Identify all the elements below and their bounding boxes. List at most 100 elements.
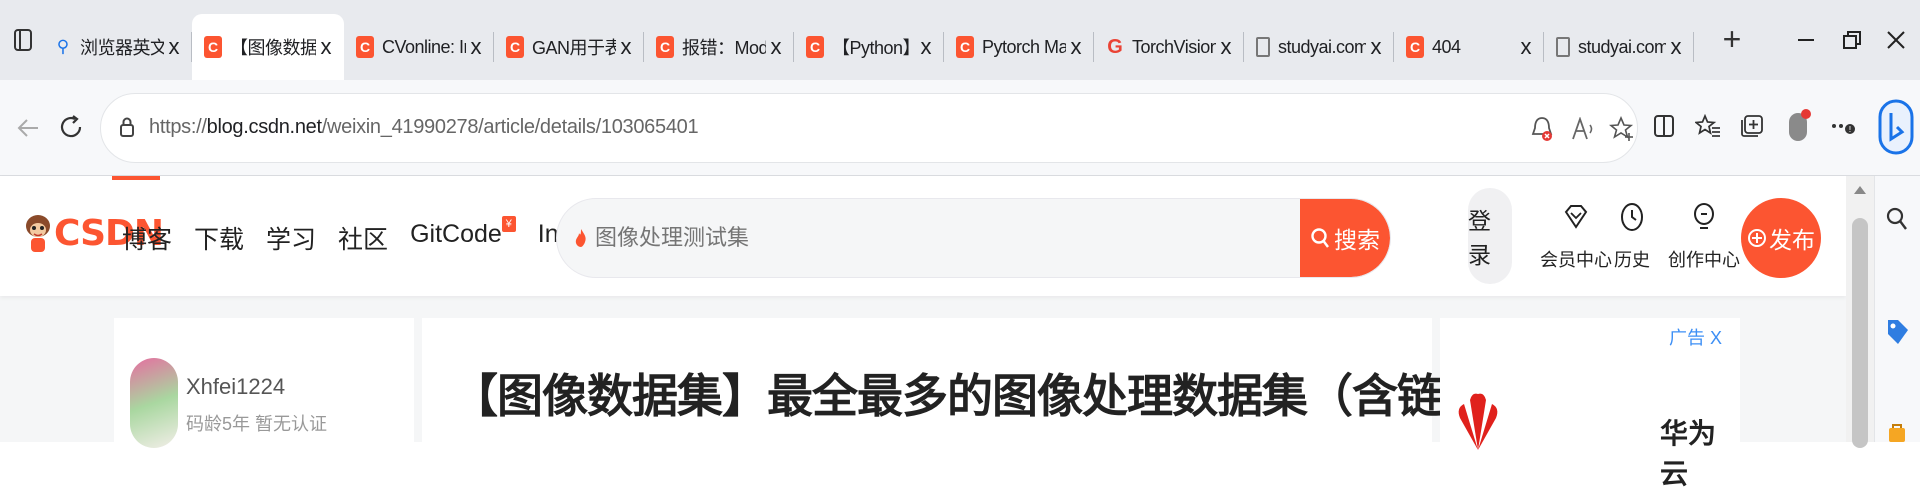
sidebar-search-icon[interactable] [1885, 206, 1909, 237]
creator-center-link[interactable]: 创作中心 [1668, 198, 1740, 272]
scroll-up-icon[interactable] [1854, 186, 1866, 194]
tab-title: CVonline: Image [382, 36, 466, 57]
tab-title: Pytorch Mask R [982, 36, 1066, 57]
plus-circle-icon [1748, 229, 1766, 247]
more-options-icon[interactable]: ! [1824, 106, 1864, 146]
tab-close-icon[interactable]: x [1366, 34, 1386, 60]
document-icon [1256, 37, 1270, 57]
author-name[interactable]: Xhfei1224 [186, 374, 285, 400]
site-search-button[interactable]: 搜索 [1300, 199, 1390, 277]
url-text[interactable]: https://blog.csdn.net/weixin_41990278/ar… [149, 116, 699, 139]
url-path: /weixin_41990278/article/details/1030654… [321, 116, 699, 138]
refresh-icon[interactable] [52, 108, 92, 148]
minimize-icon[interactable] [1786, 20, 1826, 60]
publish-label: 发布 [1769, 227, 1815, 253]
tab-close-icon[interactable]: x [916, 34, 936, 60]
tab-title: GAN用于表面缺 [532, 38, 616, 58]
hot-search-icon [575, 229, 586, 247]
tab-strip: ⚲浏览器英文 - 搜xC【图像数据集】xCCVonline: ImagexCGA… [0, 0, 1920, 80]
tab-title: TorchVision_Mas [1132, 36, 1216, 57]
vip-center-label: 会员中心 [1540, 250, 1612, 270]
huawei-logo-icon [1458, 393, 1498, 450]
lock-icon[interactable] [119, 116, 135, 138]
author-avatar[interactable] [130, 358, 178, 448]
csdn-mascot-icon [26, 215, 50, 252]
vip-center-link[interactable]: 会员中心 [1540, 198, 1612, 272]
page-scrollbar[interactable] [1846, 176, 1874, 448]
g-favicon: G [1107, 35, 1123, 58]
nav-gitcode[interactable]: GitCode ¥ [410, 216, 516, 256]
author-meta: 码龄5年 暂无认证 [186, 414, 328, 434]
tab-close-icon[interactable]: x [1066, 34, 1086, 60]
csdn-favicon: C [806, 36, 824, 58]
scroll-thumb[interactable] [1852, 218, 1868, 448]
nav-learn[interactable]: 学习 [266, 220, 316, 256]
tab-close-icon[interactable]: x [1216, 34, 1236, 60]
login-button[interactable]: 登录 [1468, 188, 1512, 284]
tab-title: 【Python】错误 [832, 38, 916, 58]
tab[interactable]: ⚲ 浏览器英文 - 搜x [42, 14, 192, 80]
read-aloud-icon[interactable] [1569, 114, 1599, 144]
tab-close-icon[interactable]: x [466, 34, 486, 60]
svg-text:!: ! [1848, 125, 1851, 134]
tab[interactable]: C CVonline: Imagex [344, 14, 494, 80]
csdn-header: CSDN 博客 下载 学习 社区 GitCode¥ InsCode 搜索 登录 … [0, 176, 1846, 296]
tab-close-icon[interactable]: x [616, 34, 636, 60]
tab-title: studyai.com [1278, 36, 1366, 57]
tab-close-icon[interactable]: x [1516, 34, 1536, 60]
sidebar-tag-icon[interactable] [1884, 316, 1910, 351]
split-screen-icon[interactable] [1644, 106, 1684, 146]
collections-icon[interactable] [1732, 106, 1772, 146]
tab-close-icon[interactable]: x [1666, 34, 1686, 60]
bing-copilot-icon[interactable] [1876, 98, 1916, 156]
csdn-favicon: C [204, 36, 222, 58]
tab-title: 404 [1432, 36, 1461, 57]
tab-active[interactable]: C 【图像数据集】x [192, 14, 344, 80]
csdn-favicon: C [1406, 36, 1424, 58]
url-prefix: https:// [149, 116, 207, 138]
nav-download[interactable]: 下载 [194, 220, 244, 256]
tab-title: 报错：ModuleN [682, 38, 766, 58]
nav-community[interactable]: 社区 [338, 220, 388, 256]
tab-close-icon[interactable]: x [164, 34, 184, 60]
tracking-blocked-icon[interactable] [1527, 114, 1557, 144]
favorites-icon[interactable] [1688, 106, 1728, 146]
tab-separator [1693, 32, 1694, 62]
tab-title: 【图像数据集】 [230, 38, 316, 58]
document-icon [1556, 37, 1570, 57]
back-icon[interactable] [8, 108, 48, 148]
tab[interactable]: C 404 x [1394, 14, 1544, 80]
search-button-label: 搜索 [1334, 227, 1380, 253]
sidebar-tool-icon[interactable] [1885, 422, 1909, 447]
article-title: 【图像数据集】最全最多的图像处理数据集（含链接） [452, 370, 1533, 422]
edge-sidebar [1874, 176, 1920, 442]
tab-title: 浏览器英文 - 搜 [80, 38, 164, 58]
nav-blog[interactable]: 博客 [122, 220, 172, 256]
tab[interactable]: C 【Python】错误x [794, 14, 944, 80]
csdn-favicon: C [656, 36, 674, 58]
diamond-icon [1561, 198, 1591, 236]
tab[interactable]: C GAN用于表面缺x [494, 14, 644, 80]
tab[interactable]: studyai.com x [1244, 14, 1394, 80]
tab[interactable]: studyai.com x [1544, 14, 1694, 80]
ad-close-label[interactable]: 广告 X [1669, 324, 1722, 350]
bulb-icon [1689, 198, 1719, 236]
restore-icon[interactable] [1832, 20, 1872, 60]
address-bar[interactable]: https://blog.csdn.net/weixin_41990278/ar… [100, 93, 1638, 163]
ad-brand-text[interactable]: 华为云 [1660, 412, 1740, 492]
site-search-input[interactable] [593, 199, 1253, 277]
history-link[interactable]: 历史 [1614, 198, 1650, 272]
tab[interactable]: G TorchVision_Masx [1094, 14, 1244, 80]
tab[interactable]: C 报错：ModuleNx [644, 14, 794, 80]
publish-button[interactable]: 发布 [1741, 198, 1821, 278]
site-search: 搜索 [556, 198, 1391, 278]
ad-panel: 广告 X 华为云 [1440, 318, 1740, 489]
tab-close-icon[interactable]: x [766, 34, 786, 60]
new-tab-button[interactable]: + [1714, 22, 1750, 58]
tab-actions-icon[interactable] [8, 22, 38, 58]
tab-close-icon[interactable]: x [316, 34, 336, 60]
tab[interactable]: C Pytorch Mask Rx [944, 14, 1094, 80]
add-favorite-icon[interactable] [1607, 114, 1637, 144]
close-window-icon[interactable] [1876, 20, 1916, 60]
profile-avatar-icon[interactable] [1778, 106, 1818, 146]
